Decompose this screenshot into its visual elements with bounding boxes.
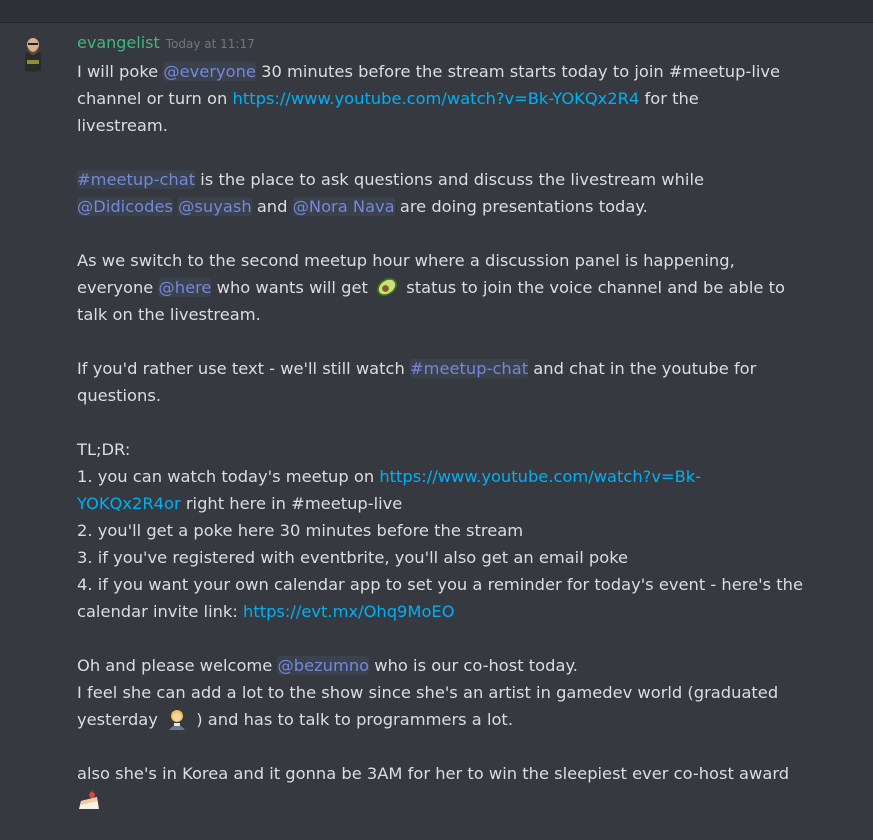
message-line: As we switch to the second meetup hour w… xyxy=(77,247,837,274)
message-line: questions. xyxy=(77,382,837,409)
text: right here in #meetup-live xyxy=(180,494,403,513)
text: yesterday xyxy=(77,710,164,729)
message-line: also she's in Korea and it gonna be 3AM … xyxy=(77,760,837,787)
mention-everyone[interactable]: @everyone xyxy=(163,62,256,81)
message-line: 2. you'll get a poke here 30 minutes bef… xyxy=(77,517,837,544)
channel-meetup-chat[interactable]: #meetup-chat xyxy=(410,359,529,378)
message-line: everyone @here who wants will get status… xyxy=(77,274,837,301)
message-line: 1. you can watch today's meetup on https… xyxy=(77,463,837,490)
text: ) and has to talk to programmers a lot. xyxy=(191,710,513,729)
message-line: #meetup-chat is the place to ask questio… xyxy=(77,166,837,193)
text: channel or turn on xyxy=(77,89,233,108)
avatar-image xyxy=(13,32,53,72)
mention-nora-nava[interactable]: @Nora Nava xyxy=(292,197,395,216)
woman-student-emoji[interactable] xyxy=(165,708,189,730)
message-line: 4. if you want your own calendar app to … xyxy=(77,571,837,598)
text: who is our co-host today. xyxy=(369,656,578,675)
mention-here[interactable]: @here xyxy=(158,278,212,297)
text: 2. you'll get a poke here 30 minutes bef… xyxy=(77,521,524,540)
message-line: channel or turn on https://www.youtube.c… xyxy=(77,85,837,112)
message-line xyxy=(77,787,837,814)
message-content: I will poke @everyone 30 minutes before … xyxy=(77,58,837,814)
mention-suyash[interactable]: @suyash xyxy=(178,197,252,216)
calendar-link[interactable]: https://evt.mx/Ohq9MoEO xyxy=(243,602,455,621)
mention-didicodes[interactable]: @Didicodes xyxy=(77,197,173,216)
message-line: talk on the livestream. xyxy=(77,301,837,328)
cake-emoji[interactable] xyxy=(77,789,101,811)
text: 4. if you want your own calendar app to … xyxy=(77,575,803,594)
text: TL;DR: xyxy=(77,440,131,459)
text: is the place to ask questions and discus… xyxy=(195,170,704,189)
text: I will poke xyxy=(77,62,164,81)
text: If you'd rather use text - we'll still w… xyxy=(77,359,410,378)
message-line: calendar invite link: https://evt.mx/Ohq… xyxy=(77,598,837,625)
mention-bezumno[interactable]: @bezumno xyxy=(277,656,370,675)
text: talk on the livestream. xyxy=(77,305,261,324)
text: are doing presentations today. xyxy=(394,197,648,216)
text: 30 minutes before the stream starts toda… xyxy=(255,62,781,81)
message-line: I feel she can add a lot to the show sin… xyxy=(77,679,837,706)
text: also she's in Korea and it gonna be 3AM … xyxy=(77,764,790,783)
message-line: @Didicodes @suyash and @Nora Nava are do… xyxy=(77,193,837,220)
text: Oh and please welcome xyxy=(77,656,278,675)
text: status to join the voice channel and be … xyxy=(401,278,785,297)
message-line: 3. if you've registered with eventbrite,… xyxy=(77,544,837,571)
message-line: livestream. xyxy=(77,112,837,139)
youtube-link[interactable]: https://www.youtube.com/watch?v=Bk-YOKQx… xyxy=(233,89,640,108)
text: I feel she can add a lot to the show sin… xyxy=(77,683,779,702)
youtube-link-continued[interactable]: YOKQx2R4or xyxy=(77,494,181,513)
text: livestream. xyxy=(77,116,168,135)
text: and xyxy=(251,197,293,216)
message-line: I will poke @everyone 30 minutes before … xyxy=(77,58,837,85)
top-bar xyxy=(0,0,873,23)
text: 1. you can watch today's meetup on xyxy=(77,467,380,486)
text: and chat in the youtube for xyxy=(528,359,757,378)
message-header: evangelist Today at 11:17 xyxy=(77,32,255,54)
text: questions. xyxy=(77,386,161,405)
timestamp: Today at 11:17 xyxy=(165,37,255,51)
text: calendar invite link: xyxy=(77,602,244,621)
message-line: If you'd rather use text - we'll still w… xyxy=(77,355,837,382)
youtube-link[interactable]: https://www.youtube.com/watch?v=Bk- xyxy=(379,467,701,486)
text: for the xyxy=(639,89,699,108)
message-line: YOKQx2R4or right here in #meetup-live xyxy=(77,490,837,517)
text: 3. if you've registered with eventbrite,… xyxy=(77,548,629,567)
text: who wants will get xyxy=(211,278,374,297)
channel-meetup-chat[interactable]: #meetup-chat xyxy=(77,170,196,189)
avatar[interactable] xyxy=(13,32,53,72)
text: As we switch to the second meetup hour w… xyxy=(77,251,735,270)
username[interactable]: evangelist xyxy=(77,33,160,52)
avocado-emoji[interactable] xyxy=(375,276,399,298)
message-line: TL;DR: xyxy=(77,436,837,463)
message-line: Oh and please welcome @bezumno who is ou… xyxy=(77,652,837,679)
text: everyone xyxy=(77,278,159,297)
message-line: yesterday ) and has to talk to programme… xyxy=(77,706,837,733)
